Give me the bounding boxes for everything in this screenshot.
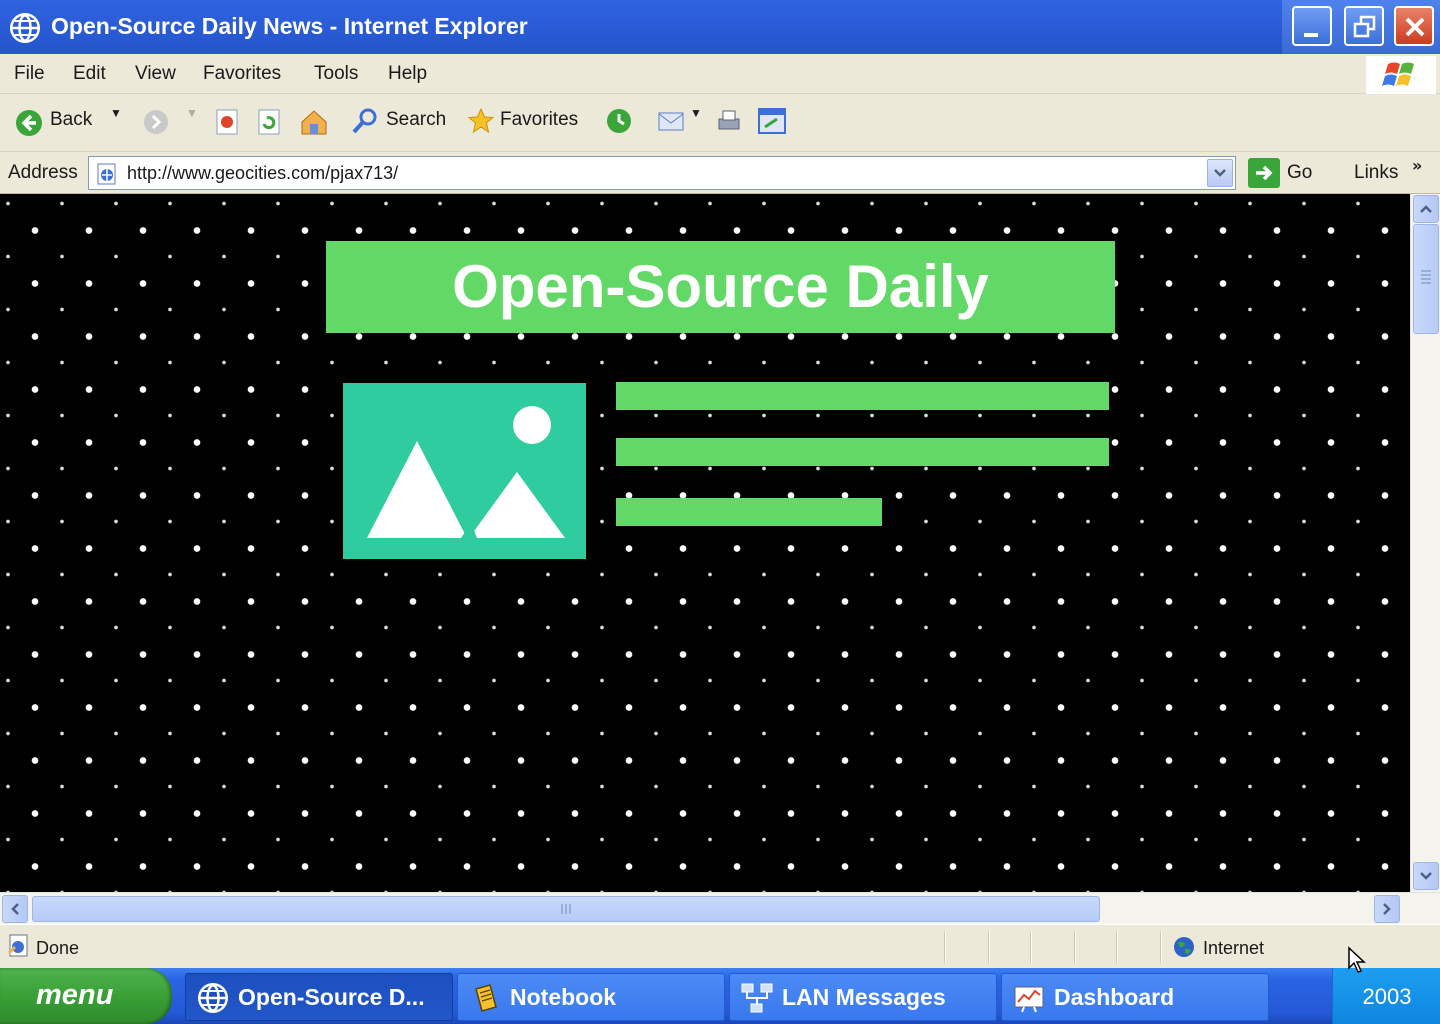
chevron-down-icon — [1420, 872, 1432, 880]
window-titlebar[interactable]: Open-Source Daily News - Internet Explor… — [0, 0, 1440, 54]
mouse-cursor-icon — [1348, 946, 1366, 973]
back-arrow-icon[interactable] — [14, 108, 44, 138]
windows-logo-icon — [1366, 56, 1436, 94]
grip-icon — [561, 904, 571, 914]
start-button[interactable]: menu — [0, 968, 172, 1024]
menu-tools[interactable]: Tools — [314, 63, 358, 85]
chevron-up-icon — [1420, 205, 1432, 213]
taskbar-item-label: Notebook — [510, 984, 617, 1010]
home-icon[interactable] — [298, 106, 330, 138]
horizontal-scroll-thumb[interactable] — [32, 896, 1100, 922]
search-icon[interactable] — [350, 106, 380, 136]
scroll-up-button[interactable] — [1413, 195, 1439, 223]
scroll-left-button[interactable] — [2, 895, 28, 923]
vertical-scroll-thumb[interactable] — [1413, 224, 1439, 334]
print-icon[interactable] — [714, 106, 744, 136]
links-chevron-icon[interactable]: » — [1412, 156, 1422, 175]
menu-favorites[interactable]: Favorites — [203, 63, 281, 85]
status-divider — [1116, 931, 1118, 963]
status-divider — [1160, 931, 1162, 963]
status-text: Done — [36, 938, 80, 958]
stop-icon[interactable] — [214, 108, 240, 136]
article-text-line — [616, 498, 882, 526]
forward-arrow-icon[interactable] — [142, 108, 170, 136]
minimize-button[interactable] — [1292, 6, 1332, 46]
menu-edit[interactable]: Edit — [73, 63, 106, 85]
close-button[interactable] — [1394, 6, 1434, 46]
minimize-icon — [1304, 33, 1318, 37]
internet-zone-icon — [1174, 937, 1194, 957]
window-controls — [1282, 0, 1440, 54]
taskbar-item-browser[interactable]: Open-Source D... — [185, 973, 453, 1021]
page-icon — [97, 163, 116, 185]
status-divider — [1030, 931, 1032, 963]
scroll-right-button[interactable] — [1374, 895, 1400, 923]
article-text-line — [616, 438, 1109, 466]
system-tray: 2003 — [1332, 968, 1440, 1024]
window-title: Open-Source Daily News - Internet Explor… — [51, 13, 528, 39]
dashboard-icon — [1014, 986, 1044, 1013]
menu-file[interactable]: File — [14, 63, 45, 85]
titlebar-left: Open-Source Daily News - Internet Explor… — [0, 0, 1282, 54]
start-label: menu — [36, 979, 114, 1011]
address-input[interactable]: http://www.geocities.com/pjax713/ — [88, 156, 1236, 190]
grip-icon — [1421, 270, 1431, 284]
network-icon — [741, 983, 773, 1013]
taskbar: menu Open-Source D... Notebook LAN Messa… — [0, 968, 1440, 1024]
edit-page-icon[interactable] — [756, 106, 788, 136]
favorites-button[interactable]: Favorites — [500, 109, 578, 131]
article-text-line — [616, 382, 1109, 410]
status-divider — [944, 931, 946, 963]
tray-clock[interactable]: 2003 — [1333, 984, 1440, 1010]
menu-help[interactable]: Help — [388, 63, 427, 85]
horizontal-scrollbar[interactable] — [0, 892, 1440, 924]
go-label[interactable]: Go — [1287, 162, 1312, 184]
chevron-down-icon — [1214, 169, 1226, 177]
globe-icon — [198, 983, 228, 1013]
address-label: Address — [8, 162, 78, 183]
scroll-down-button[interactable] — [1413, 862, 1439, 890]
back-button[interactable]: Back — [50, 109, 92, 131]
page-viewport[interactable]: Open-Source Daily — [0, 194, 1410, 892]
status-divider — [988, 931, 990, 963]
favorites-star-icon[interactable] — [466, 106, 496, 136]
site-title-banner: Open-Source Daily — [326, 241, 1115, 333]
vertical-scrollbar[interactable] — [1410, 194, 1440, 892]
chevron-right-icon — [1383, 903, 1391, 915]
notebook-icon — [475, 984, 497, 1012]
go-button[interactable] — [1248, 158, 1280, 188]
taskbar-item-label: LAN Messages — [782, 984, 946, 1010]
restore-button[interactable] — [1344, 6, 1384, 46]
taskbar-item-notebook[interactable]: Notebook — [457, 973, 725, 1021]
status-divider — [1074, 931, 1076, 963]
status-zone: Internet — [1203, 938, 1265, 958]
status-bar: Done Internet — [0, 924, 1440, 968]
taskbar-item-label: Open-Source D... — [238, 984, 425, 1010]
history-icon[interactable] — [604, 106, 634, 136]
refresh-icon[interactable] — [256, 108, 282, 136]
page-done-icon — [7, 934, 28, 957]
search-button[interactable]: Search — [386, 109, 446, 131]
address-bar: Address http://www.geocities.com/pjax713… — [0, 152, 1440, 194]
globe-icon — [10, 13, 40, 43]
standard-toolbar: Back ▼ ▼ Search Favorites ▼ — [0, 94, 1440, 152]
image-placeholder-icon — [343, 383, 586, 559]
menu-view[interactable]: View — [135, 63, 176, 85]
close-icon — [1405, 17, 1425, 37]
go-arrow-icon — [1256, 165, 1273, 181]
address-url[interactable]: http://www.geocities.com/pjax713/ — [127, 163, 398, 184]
mail-icon[interactable] — [656, 106, 686, 136]
address-dropdown-button[interactable] — [1207, 159, 1233, 187]
taskbar-item-label: Dashboard — [1054, 984, 1175, 1010]
taskbar-item-dashboard[interactable]: Dashboard — [1001, 973, 1269, 1021]
back-dropdown-icon[interactable]: ▼ — [110, 106, 122, 120]
links-button[interactable]: Links — [1354, 162, 1398, 184]
forward-dropdown-icon[interactable]: ▼ — [186, 106, 198, 120]
mail-dropdown-icon[interactable]: ▼ — [690, 106, 702, 120]
restore-icon — [1353, 15, 1376, 38]
menu-bar: File Edit View Favorites Tools Help — [0, 54, 1440, 94]
taskbar-item-lan-messages[interactable]: LAN Messages — [729, 973, 997, 1021]
chevron-left-icon — [11, 903, 19, 915]
